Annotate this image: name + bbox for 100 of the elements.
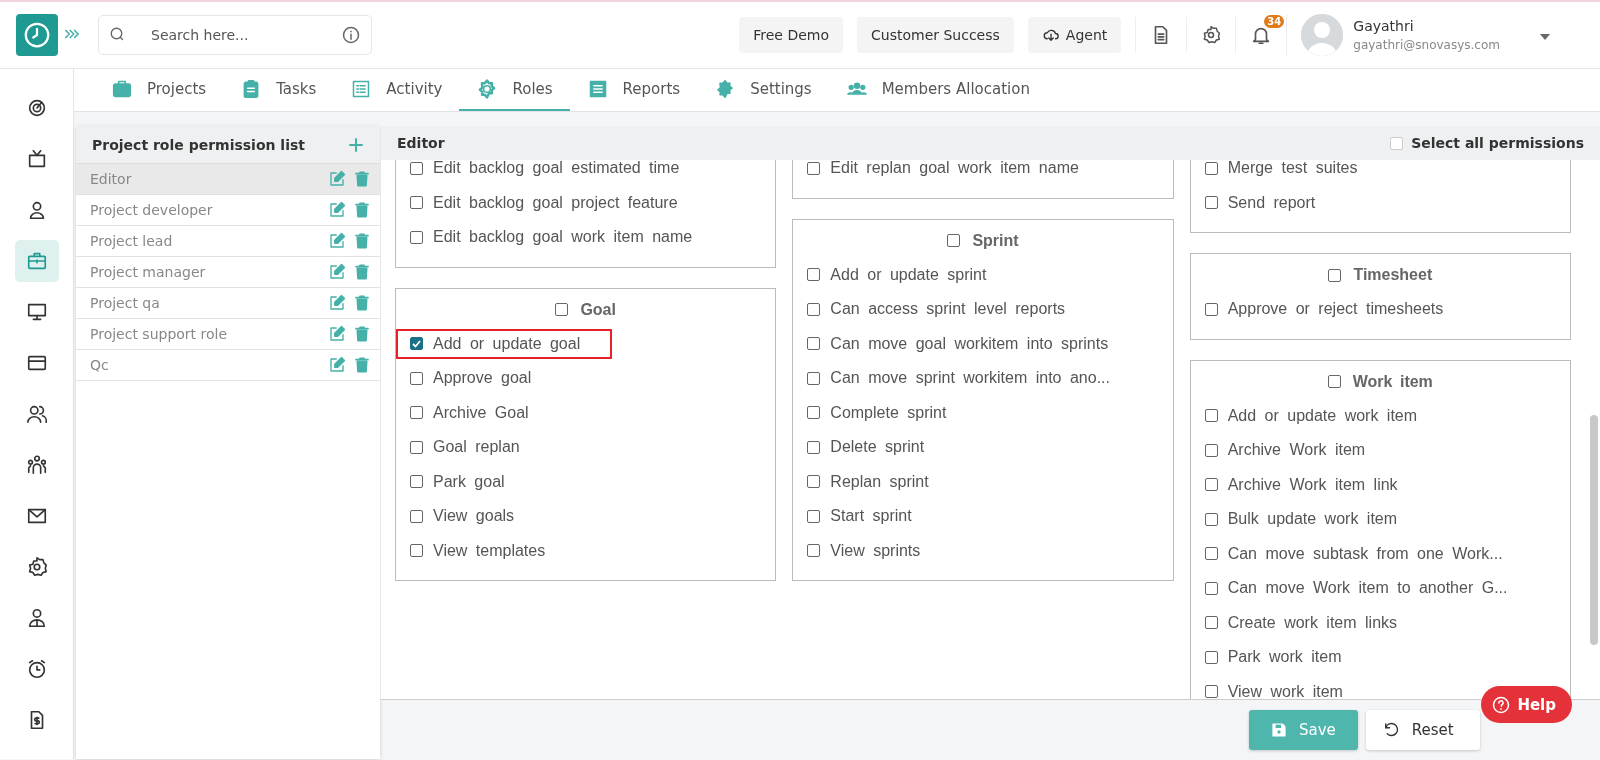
tab[interactable]: Tasks <box>223 69 334 111</box>
trash-icon[interactable] <box>354 294 370 312</box>
permission-label: Bulk update work item <box>1227 510 1398 529</box>
chevrons-icon[interactable] <box>64 28 80 40</box>
trash-icon[interactable] <box>354 356 370 374</box>
edit-icon[interactable] <box>328 325 346 343</box>
checkbox[interactable] <box>807 475 821 489</box>
checkbox[interactable] <box>410 509 423 523</box>
trash-icon[interactable] <box>354 201 370 219</box>
role-item[interactable]: Project developer <box>76 195 380 226</box>
edit-icon[interactable] <box>328 232 346 250</box>
checkbox[interactable] <box>1204 547 1218 561</box>
group-title: Work item <box>1352 372 1433 391</box>
checkbox[interactable] <box>410 475 423 489</box>
permission-label: Replan sprint <box>830 472 929 491</box>
permission-label: Add or update sprint <box>830 265 987 284</box>
checkbox[interactable] <box>807 337 821 351</box>
checkbox[interactable] <box>1204 196 1218 210</box>
group-title: Goal <box>580 300 616 319</box>
checkbox[interactable] <box>807 544 821 558</box>
user-email: gayathri@snovasys.com <box>1353 38 1500 52</box>
trash-icon[interactable] <box>354 325 370 343</box>
checkbox[interactable] <box>947 234 961 247</box>
scrollbar[interactable] <box>1590 415 1598 645</box>
checkbox[interactable] <box>410 337 423 351</box>
reset-button[interactable]: Reset <box>1365 710 1480 750</box>
permission-label: Can move Work item to another G... <box>1227 579 1508 598</box>
permission-label: Approve goal <box>433 369 532 388</box>
checkbox[interactable] <box>1204 616 1218 630</box>
permission-label: View goals <box>433 507 515 526</box>
dropdown-caret-icon[interactable] <box>1540 34 1550 40</box>
role-item[interactable]: Qc <box>76 350 380 381</box>
header-button[interactable]: Customer Success <box>857 17 1014 53</box>
permission-label: Start sprint <box>830 507 912 526</box>
permission-label: Add or update work item <box>1227 406 1418 425</box>
edit-icon[interactable] <box>328 294 346 312</box>
tab[interactable]: Settings <box>697 69 829 111</box>
checkbox[interactable] <box>807 161 821 175</box>
checkbox[interactable] <box>1204 478 1218 492</box>
checkbox[interactable] <box>1204 161 1218 175</box>
permission-label: Can move subtask from one Work... <box>1227 544 1503 563</box>
help-icon <box>1491 694 1512 715</box>
tab[interactable]: Roles <box>459 69 570 111</box>
checkbox[interactable] <box>410 230 423 244</box>
tab[interactable]: Activity <box>333 69 460 111</box>
edit-icon[interactable] <box>328 356 346 374</box>
permission-label: Archive Goal <box>433 403 529 422</box>
tab[interactable]: Members Allocation <box>828 69 1047 111</box>
checkbox[interactable] <box>410 371 423 385</box>
checkbox[interactable] <box>1204 409 1218 423</box>
checkbox[interactable] <box>1204 443 1218 457</box>
checkbox[interactable] <box>410 406 423 420</box>
checkbox[interactable] <box>1204 685 1218 699</box>
help-button[interactable]: Help <box>1481 686 1572 723</box>
role-item[interactable]: Project support role <box>76 319 380 350</box>
permission-label: Edit backlog goal work item name <box>433 228 693 247</box>
edit-icon[interactable] <box>328 201 346 219</box>
info-icon <box>341 25 361 45</box>
permission-label: Can move goal workitem into sprints <box>830 334 1109 353</box>
briefcase-icon[interactable] <box>14 240 59 282</box>
tab[interactable]: Reports <box>569 69 698 111</box>
checkbox[interactable] <box>807 440 821 454</box>
checkbox[interactable] <box>410 196 423 210</box>
tab[interactable]: Projects <box>94 69 224 111</box>
role-item[interactable]: Project manager <box>76 257 380 288</box>
checkbox[interactable] <box>1204 302 1218 316</box>
role-item[interactable]: Project qa <box>76 288 380 319</box>
clock-icon <box>22 20 52 50</box>
checkbox[interactable] <box>555 303 569 316</box>
role-title: Editor <box>397 135 445 151</box>
checkbox[interactable] <box>1204 650 1218 664</box>
edit-icon[interactable] <box>328 263 346 281</box>
permission-label: Can move sprint workitem into ano... <box>830 369 1110 388</box>
checkbox[interactable] <box>1204 581 1218 595</box>
app-logo[interactable] <box>16 14 58 56</box>
permission-label: Complete sprint <box>830 403 947 422</box>
trash-icon[interactable] <box>354 232 370 250</box>
checkbox[interactable] <box>807 268 821 282</box>
checkbox[interactable] <box>410 544 423 558</box>
search-field[interactable]: Search here... <box>98 15 372 55</box>
checkbox[interactable] <box>1327 375 1341 388</box>
checkbox[interactable] <box>410 440 423 454</box>
permission-label: View sprints <box>830 541 921 560</box>
checkbox[interactable] <box>807 509 821 523</box>
checkbox[interactable] <box>807 406 821 420</box>
header-button[interactable]: Agent <box>1027 17 1122 53</box>
role-item[interactable]: Project lead <box>76 226 380 257</box>
permission-label: Archive Work item link <box>1227 475 1398 494</box>
checkbox[interactable] <box>807 302 821 316</box>
trash-icon[interactable] <box>354 263 370 281</box>
permission-label: Create work item links <box>1227 613 1398 632</box>
permission-label: Goal replan <box>433 438 520 457</box>
group-title: Sprint <box>972 231 1019 250</box>
checkbox[interactable] <box>1328 268 1342 282</box>
checkbox[interactable] <box>807 371 821 385</box>
checkbox[interactable] <box>1204 512 1218 526</box>
permission-label: View templates <box>433 541 546 560</box>
checkbox[interactable] <box>410 161 423 175</box>
settings-icon[interactable] <box>1201 25 1222 45</box>
header-button[interactable]: Free Demo <box>739 17 843 53</box>
